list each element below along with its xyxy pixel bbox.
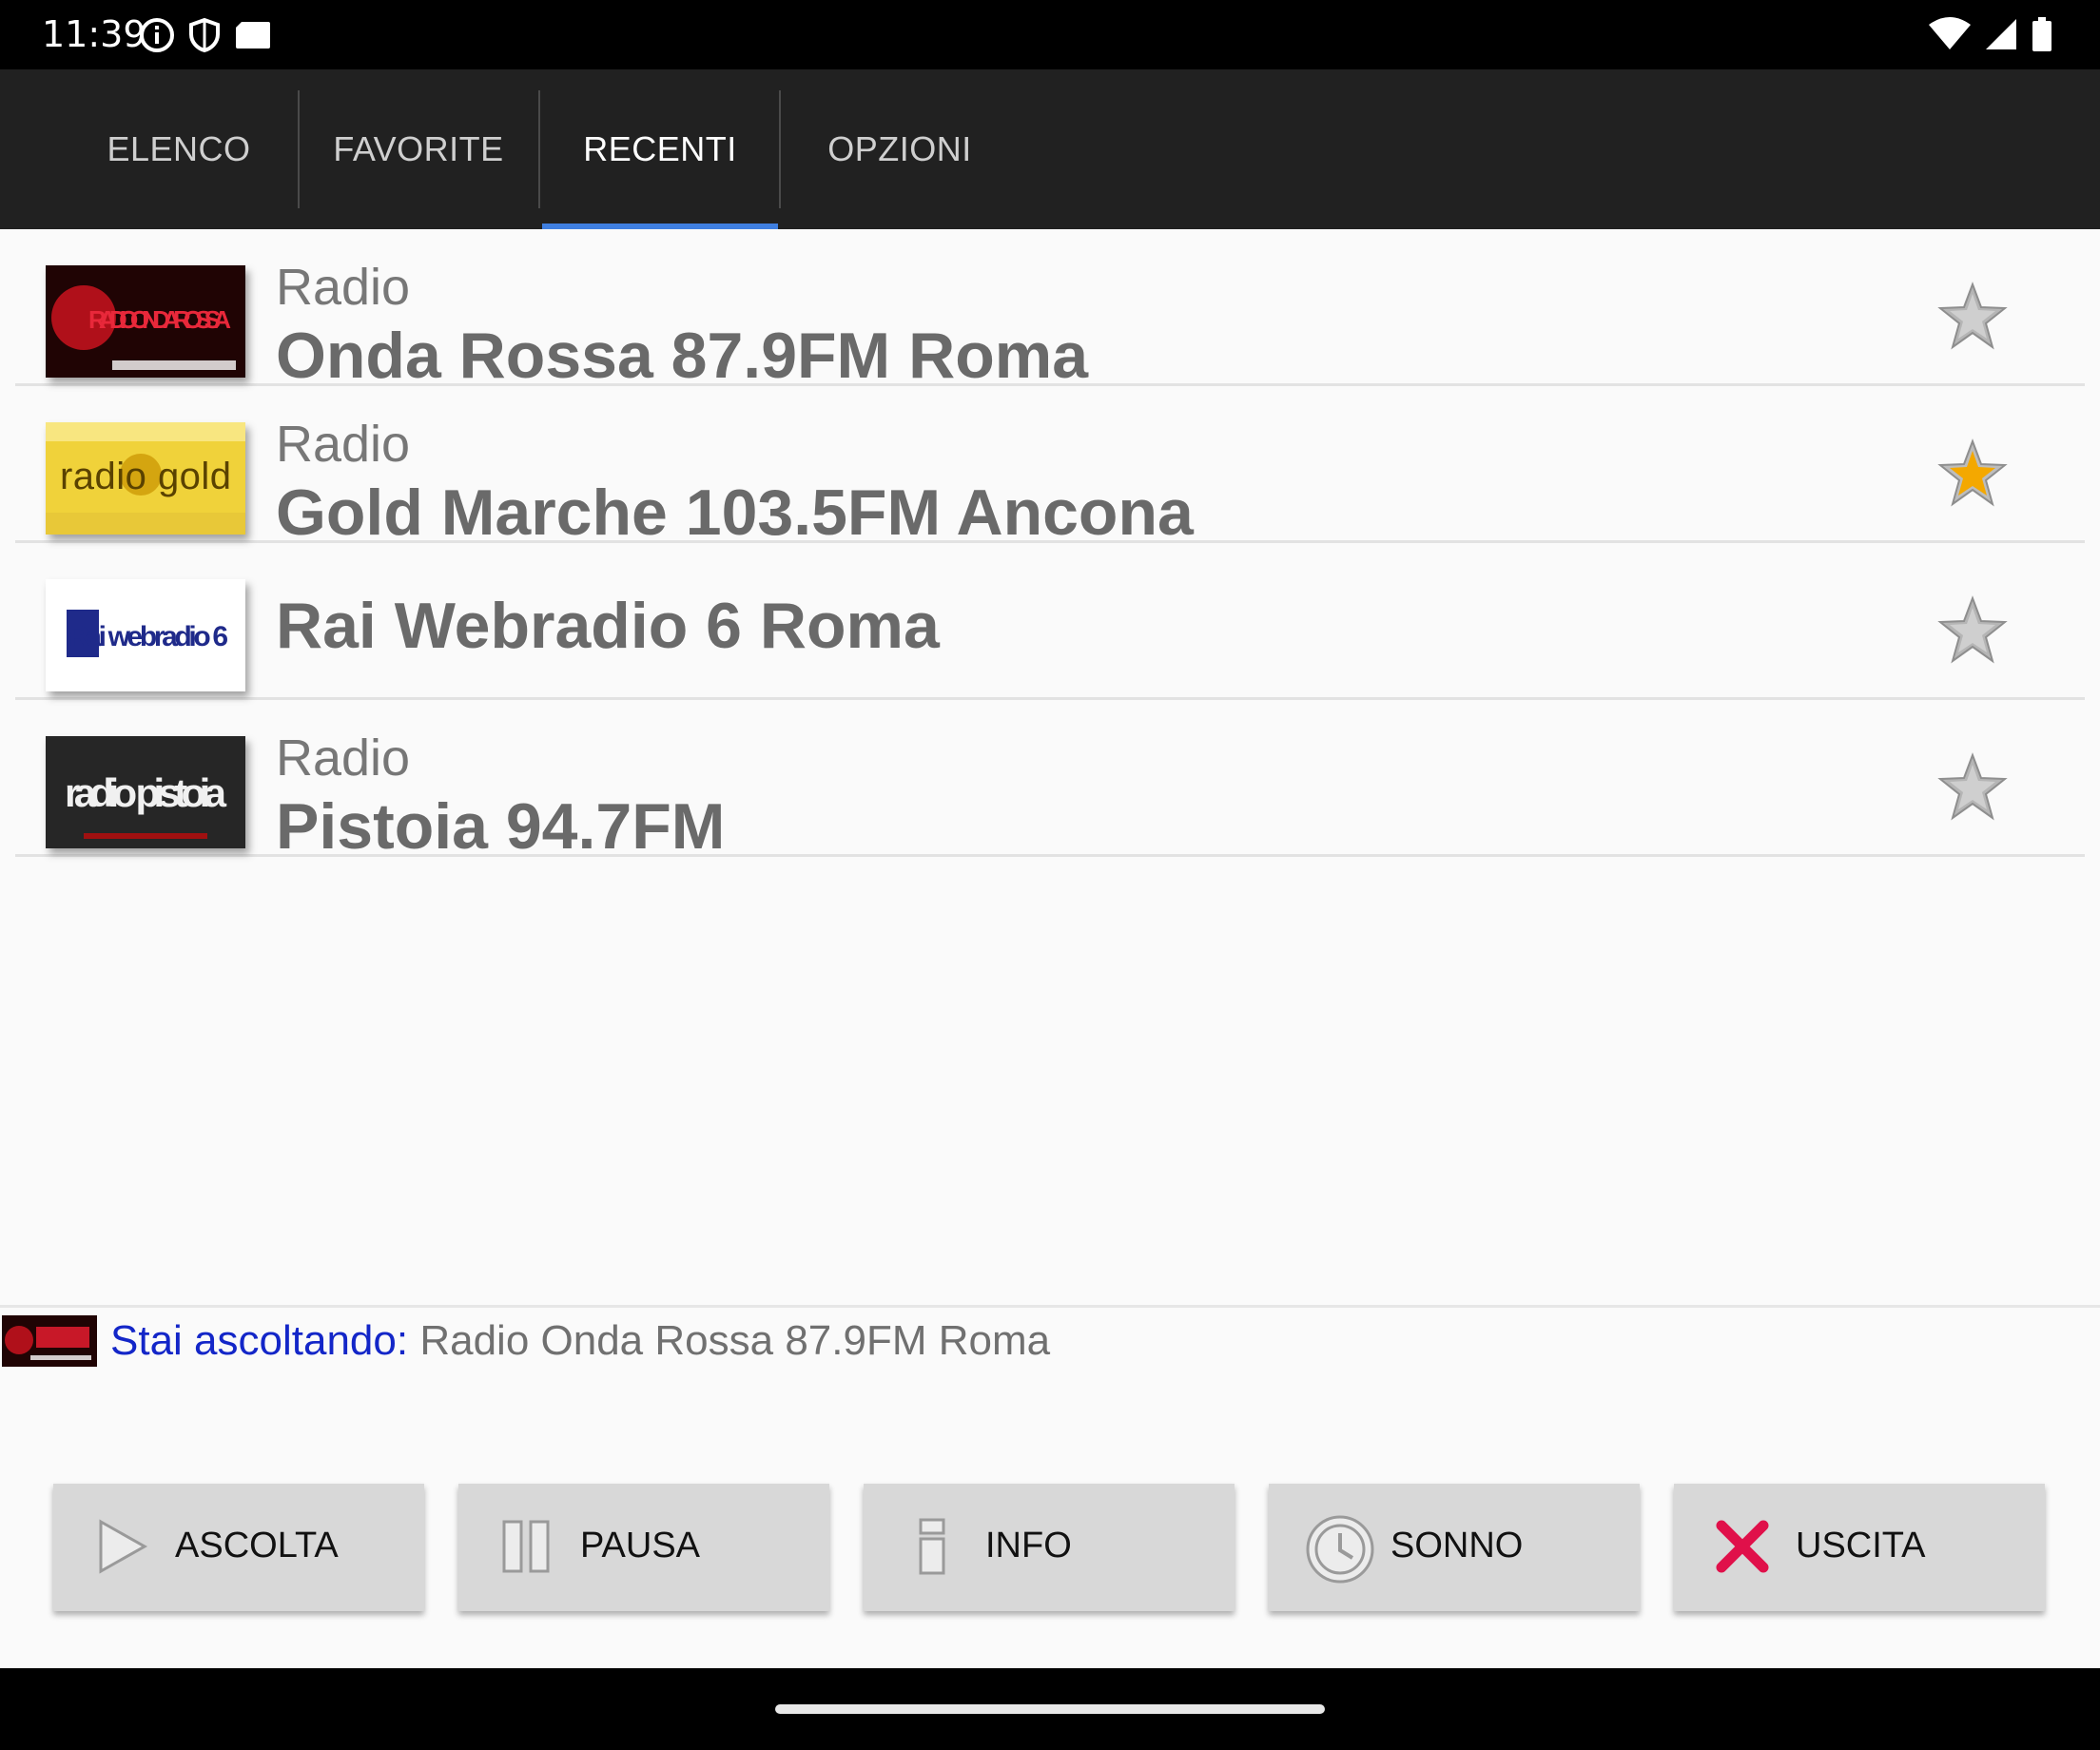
card-icon: [236, 22, 270, 49]
recent-stations-list: RADIO ONDAROSSA Radio Onda Rossa 87.9FM …: [15, 229, 2085, 863]
station-row-rai-webradio-6[interactable]: Rai webradio 6 Rai Webradio 6 Roma: [15, 543, 2085, 700]
tab-recenti[interactable]: RECENTI: [542, 69, 778, 229]
play-icon: [99, 1519, 148, 1574]
status-time: 11:39: [42, 13, 146, 55]
logo-text: radio pistoia: [65, 770, 227, 815]
ascolta-button[interactable]: ASCOLTA: [53, 1484, 424, 1611]
station-name: Rai Webradio 6 Roma: [276, 590, 940, 662]
station-logo: radio pistoia: [46, 736, 245, 848]
star-icon[interactable]: [1936, 594, 2009, 667]
now-playing-text: Stai ascoltando: Radio Onda Rossa 87.9FM…: [110, 1317, 1050, 1365]
tab-elenco[interactable]: ELENCO: [65, 69, 293, 229]
now-playing-logo: [2, 1315, 97, 1367]
button-label: PAUSA: [580, 1526, 701, 1565]
station-row-pistoia[interactable]: radio pistoia Radio Pistoia 94.7FM: [15, 700, 2085, 863]
tab-divider: [298, 90, 300, 208]
pausa-button[interactable]: PAUSA: [458, 1484, 829, 1611]
close-icon: [1716, 1520, 1769, 1573]
button-label: ASCOLTA: [175, 1526, 339, 1565]
station-row-onda-rossa[interactable]: RADIO ONDAROSSA Radio Onda Rossa 87.9FM …: [15, 229, 2085, 392]
tab-bar: ELENCO FAVORITE RECENTI OPZIONI: [0, 69, 2100, 229]
wifi-icon: [1929, 17, 1971, 49]
signal-icon: [1986, 19, 2016, 49]
status-bar: 11:39: [0, 0, 2100, 69]
station-logo: radio gold: [46, 422, 245, 535]
button-label: INFO: [985, 1526, 1072, 1565]
battery-icon: [2032, 17, 2051, 51]
station-prefix: Radio: [276, 416, 411, 473]
uscita-button[interactable]: USCITA: [1674, 1484, 2045, 1611]
info-icon: [919, 1518, 945, 1575]
now-playing-bar: Stai ascoltando: Radio Onda Rossa 87.9FM…: [0, 1305, 2100, 1374]
logo-text: Rai webradio 6: [68, 621, 228, 652]
shield-icon: [189, 17, 220, 53]
button-label: SONNO: [1390, 1526, 1524, 1565]
info-icon: [140, 18, 174, 52]
station-row-gold-marche[interactable]: radio gold Radio Gold Marche 103.5FM Anc…: [15, 386, 2085, 549]
logo-text: radio gold: [60, 456, 231, 497]
clock-icon: [1306, 1515, 1374, 1584]
station-name: Pistoia 94.7FM: [276, 790, 726, 863]
sonno-button[interactable]: SONNO: [1269, 1484, 1640, 1611]
tab-divider: [779, 90, 781, 208]
station-name: Onda Rossa 87.9FM Roma: [276, 320, 1089, 392]
tab-divider: [538, 90, 540, 208]
logo-text: RADIO ONDAROSSA: [88, 305, 231, 334]
star-icon[interactable]: [1936, 751, 2009, 824]
station-logo: RADIO ONDAROSSA: [46, 265, 245, 378]
star-icon[interactable]: [1936, 438, 2009, 510]
home-gesture-handle[interactable]: [775, 1704, 1325, 1714]
now-playing-label: Stai ascoltando:: [110, 1317, 409, 1364]
tab-favorite[interactable]: FAVORITE: [304, 69, 533, 229]
tab-opzioni[interactable]: OPZIONI: [786, 69, 1014, 229]
now-playing-value: Radio Onda Rossa 87.9FM Roma: [419, 1317, 1051, 1364]
star-icon[interactable]: [1936, 281, 2009, 353]
button-label: USCITA: [1796, 1526, 1926, 1565]
station-logo: Rai webradio 6: [46, 579, 245, 691]
station-prefix: Radio: [276, 259, 411, 316]
pause-icon: [502, 1520, 550, 1573]
info-button[interactable]: INFO: [864, 1484, 1235, 1611]
station-name: Gold Marche 103.5FM Ancona: [276, 476, 1194, 549]
navigation-bar: [0, 1668, 2100, 1750]
station-prefix: Radio: [276, 729, 411, 787]
